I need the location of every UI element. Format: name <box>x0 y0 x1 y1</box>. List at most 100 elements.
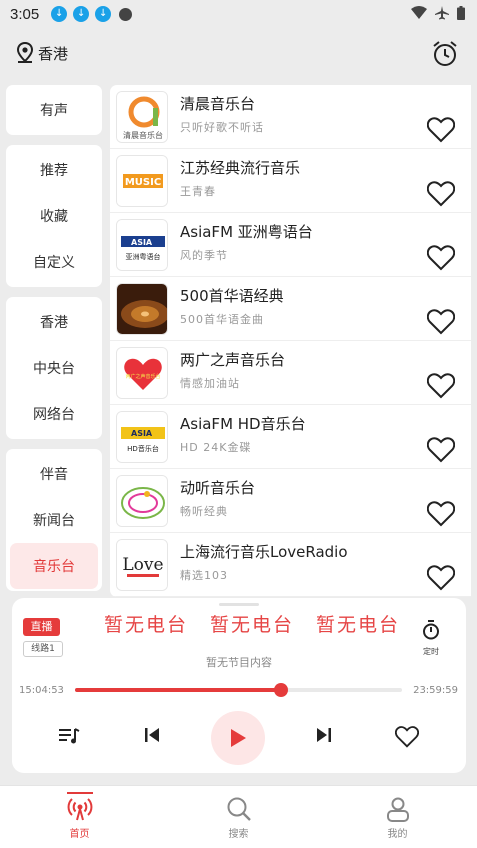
nav-profile[interactable]: 我的 <box>318 786 477 848</box>
nav-home-label: 首页 <box>69 829 90 840</box>
station-row[interactable]: ASIA 亚洲粤语台 AsiaFM 亚洲粤语台 风的季节 <box>110 213 471 277</box>
user-icon <box>386 797 409 822</box>
heart-icon[interactable] <box>427 245 455 271</box>
location-pin-icon <box>16 42 34 63</box>
station-name: 500首华语经典 <box>180 287 284 305</box>
svg-text:ASIA: ASIA <box>131 238 153 247</box>
heart-icon[interactable] <box>427 181 455 207</box>
favorite-heart-icon[interactable] <box>395 726 419 748</box>
sidebar-item-audio[interactable]: 有声 <box>10 87 98 133</box>
marquee-text: 暂无电台 <box>210 614 295 636</box>
heart-icon[interactable] <box>427 373 455 399</box>
station-name: 清晨音乐台 <box>180 95 256 113</box>
station-row[interactable]: ASIA HD音乐台 AsiaFM HD音乐台 HD 24K金碟 <box>110 405 471 469</box>
playlist-icon[interactable] <box>58 726 80 746</box>
alarm-clock-icon <box>433 41 457 66</box>
previous-icon[interactable] <box>143 726 161 744</box>
station-marquee: 暂无电台 暂无电台 暂无电台 <box>104 610 400 638</box>
heart-icon[interactable] <box>427 501 455 527</box>
location-selector[interactable]: 香港 <box>15 42 68 64</box>
station-row[interactable]: 两广之声音乐台 两广之声音乐台 情感加油站 <box>110 341 471 405</box>
sidebar-item-custom[interactable]: 自定义 <box>10 239 98 285</box>
station-logo: ASIA HD音乐台 <box>116 411 168 463</box>
logo-text: 两广之声音乐台 <box>125 373 160 380</box>
location-label: 香港 <box>38 44 69 63</box>
station-name: 上海流行音乐LoveRadio <box>180 543 348 561</box>
station-list: 清晨音乐台 清晨音乐台 只听好歌不听话 MUSIC 江苏经典流行音乐 王青春 A… <box>110 85 471 597</box>
station-desc: 王青春 <box>180 185 216 198</box>
sidebar-item-favorites[interactable]: 收藏 <box>10 193 98 239</box>
station-name: 动听音乐台 <box>180 479 256 497</box>
search-icon <box>227 797 251 821</box>
sidebar-item-central[interactable]: 中央台 <box>10 345 98 391</box>
active-indicator <box>66 792 93 794</box>
bottom-nav: 首页 搜索 我的 <box>0 785 477 848</box>
heart-icon[interactable] <box>427 437 455 463</box>
sidebar-item-hongkong[interactable]: 香港 <box>10 299 98 345</box>
station-logo <box>116 475 168 527</box>
header: 香港 <box>0 36 477 76</box>
progress-track[interactable] <box>75 683 402 697</box>
sidebar-group: 香港 中央台 网络台 <box>6 297 102 439</box>
sidebar-item-internet[interactable]: 网络台 <box>10 391 98 437</box>
logo-text: 亚洲粤语台 <box>126 252 161 261</box>
drag-handle[interactable] <box>219 603 259 606</box>
station-desc: 风的季节 <box>180 249 228 262</box>
sidebar-item-news[interactable]: 新闻台 <box>10 497 98 543</box>
station-name: 两广之声音乐台 <box>180 351 286 369</box>
station-logo: 清晨音乐台 <box>116 91 168 143</box>
svg-text:ASIA: ASIA <box>131 429 153 438</box>
download-icon: ↓ <box>95 6 112 22</box>
program-info: 暂无节目内容 <box>206 656 272 669</box>
player-panel: 直播 线路1 暂无电台 暂无电台 暂无电台 定时 暂无节目内容 15:04:53 2… <box>12 598 466 773</box>
sleep-timer-button[interactable]: 定时 <box>422 620 440 657</box>
status-time: 3:05 <box>10 5 40 23</box>
station-desc: 只听好歌不听话 <box>180 121 264 134</box>
alarm-button[interactable] <box>431 40 459 72</box>
nav-home[interactable]: 首页 <box>0 786 159 848</box>
nav-search[interactable]: 搜索 <box>159 786 318 848</box>
wifi-icon <box>411 6 427 19</box>
station-row[interactable]: 清晨音乐台 清晨音乐台 只听好歌不听话 <box>110 85 471 149</box>
logo-text: 清晨音乐台 <box>123 130 163 140</box>
station-logo: MUSIC <box>116 155 168 207</box>
station-desc: 精选103 <box>180 569 228 582</box>
notification-dot-icon <box>119 7 133 21</box>
heart-icon[interactable] <box>427 117 455 143</box>
sidebar-item-recommend[interactable]: 推荐 <box>10 147 98 193</box>
sidebar-group: 伴音 新闻台 音乐台 <box>6 449 102 591</box>
station-row[interactable]: 500首华语经典 500首华语金曲 <box>110 277 471 341</box>
nav-profile-label: 我的 <box>387 829 408 840</box>
marquee-text: 暂无电台 <box>316 614 400 636</box>
sidebar-item-music[interactable]: 音乐台 <box>10 543 98 589</box>
logo-text: HD音乐台 <box>127 444 159 453</box>
station-name: AsiaFM 亚洲粤语台 <box>180 223 313 241</box>
sidebar-group: 推荐 收藏 自定义 <box>6 145 102 287</box>
station-desc: 畅听经典 <box>180 505 228 518</box>
station-desc: 500首华语金曲 <box>180 313 264 326</box>
progress-knob[interactable] <box>274 683 288 697</box>
logo-text: MUSIC <box>125 177 161 188</box>
station-row[interactable]: 动听音乐台 畅听经典 <box>110 469 471 533</box>
live-badge: 直播 <box>23 618 60 636</box>
station-row[interactable]: Love 上海流行音乐LoveRadio 精选103 <box>110 533 471 597</box>
next-icon[interactable] <box>315 726 333 744</box>
sidebar-item-accompany[interactable]: 伴音 <box>10 451 98 497</box>
station-logo <box>116 283 168 335</box>
station-logo: 两广之声音乐台 <box>116 347 168 399</box>
station-name: AsiaFM HD音乐台 <box>180 415 306 433</box>
station-row[interactable]: MUSIC 江苏经典流行音乐 王青春 <box>110 149 471 213</box>
radio-tower-icon <box>67 798 92 821</box>
logo-text: Love <box>122 555 163 575</box>
heart-icon[interactable] <box>427 565 455 591</box>
time-end: 23:59:59 <box>413 685 458 696</box>
station-desc: HD 24K金碟 <box>180 441 252 454</box>
marquee-text: 暂无电台 <box>104 614 189 636</box>
play-icon <box>231 729 246 747</box>
download-icon: ↓ <box>51 6 68 22</box>
battery-icon <box>457 6 465 20</box>
heart-icon[interactable] <box>427 309 455 335</box>
nav-search-label: 搜索 <box>228 829 249 840</box>
play-button[interactable] <box>211 711 265 765</box>
airplane-icon <box>435 6 449 20</box>
